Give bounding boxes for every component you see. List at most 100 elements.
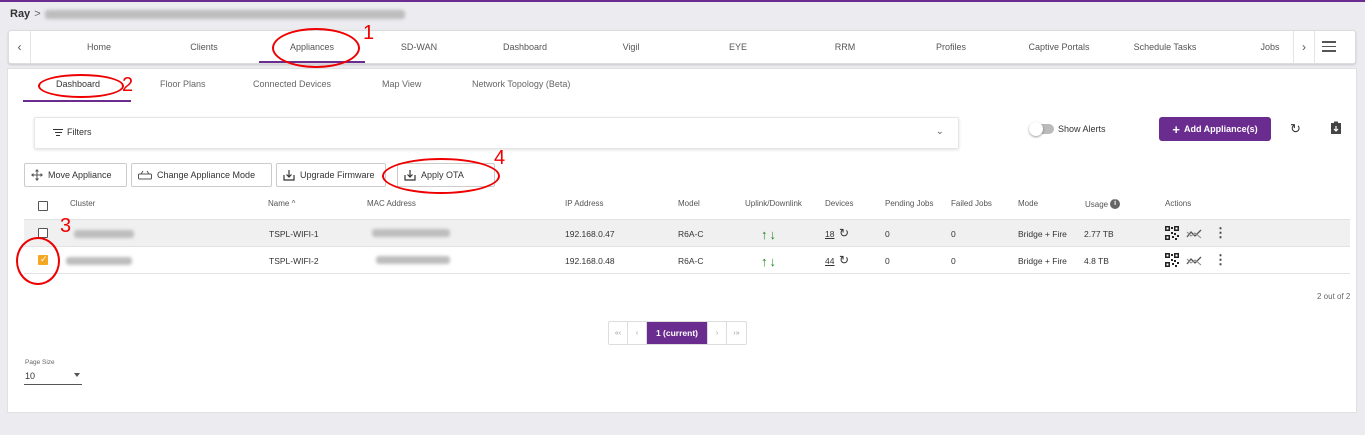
main-nav: ‹ Home Clients Appliances SD-WAN Dashboa… [8,30,1356,64]
mac-redacted [372,229,450,237]
show-alerts-label: Show Alerts [1058,124,1106,134]
cell-ip: 192.168.0.47 [565,229,615,239]
signal-icon[interactable] [1186,254,1202,272]
change-appliance-mode-button[interactable]: Change Appliance Mode [131,163,272,187]
nav-item-schedule-tasks[interactable]: Schedule Tasks [1125,31,1205,63]
table-row[interactable]: TSPL-WIFI-1 192.168.0.47 R6A-C ↑↓ 18 ↻ 0… [24,220,1350,246]
header-ip-address[interactable]: IP Address [565,199,604,208]
cluster-redacted [66,257,132,265]
cell-devices[interactable]: 44 [825,256,834,266]
uplink-downlink-icon: ↑↓ [761,227,778,242]
breadcrumb-redacted [44,9,405,19]
qr-code-icon[interactable] [1165,226,1179,245]
annotation-number: 3 [60,215,72,237]
router-icon [138,170,152,180]
cell-name[interactable]: TSPL-WIFI-2 [269,256,319,266]
table-divider [24,273,1350,274]
annotation-circle [272,28,360,68]
select-all-checkbox[interactable] [38,201,48,211]
cell-failed-jobs: 0 [951,229,956,239]
nav-item-vigil[interactable]: Vigil [601,31,661,63]
filters-panel[interactable]: Filters ⌄ [34,117,959,149]
qr-code-icon[interactable] [1165,253,1179,272]
nav-item-sdwan[interactable]: SD-WAN [389,31,449,63]
nav-item-home[interactable]: Home [69,31,129,63]
nav-item-jobs[interactable]: Jobs [1253,31,1287,63]
cell-pending-jobs: 0 [885,229,890,239]
header-name[interactable]: Name ^ [268,199,295,208]
cell-usage: 2.77 TB [1084,229,1114,239]
header-cluster[interactable]: Cluster [70,199,95,208]
change-appliance-mode-label: Change Appliance Mode [157,170,256,180]
export-icon[interactable] [1330,121,1342,138]
filter-icon [53,129,63,138]
cell-mode: Bridge + Fire [1018,229,1067,239]
header-failed-jobs[interactable]: Failed Jobs [951,199,992,208]
download-icon [283,169,295,181]
page-size-select[interactable]: 10 [24,369,82,385]
subtab-connected-devices[interactable]: Connected Devices [253,79,331,89]
nav-item-rrm[interactable]: RRM [815,31,875,63]
cell-model: R6A-C [678,256,704,266]
last-page-button[interactable]: ›» [727,322,746,344]
subtab-map-view[interactable]: Map View [382,79,421,89]
next-page-button[interactable]: › [708,322,727,344]
cell-usage: 4.8 TB [1084,256,1109,266]
header-mac-address[interactable]: MAC Address [367,199,416,208]
dropdown-arrow-icon [74,373,80,377]
more-options-icon[interactable]: ⋮ [1214,225,1227,241]
annotation-circle [16,237,60,285]
annotation-number: 1 [363,22,375,44]
row-count-label: 2 out of 2 [1317,292,1351,301]
cell-model: R6A-C [678,229,704,239]
header-devices[interactable]: Devices [825,199,853,208]
table-row[interactable]: TSPL-WIFI-2 192.168.0.48 R6A-C ↑↓ 44 ↻ 0… [24,247,1350,273]
breadcrumb-root[interactable]: Ray [10,8,30,20]
refresh-icon[interactable]: ↻ [1290,121,1301,137]
header-name-label: Name [268,199,290,208]
move-icon [31,169,43,181]
cell-mode: Bridge + Fire [1018,256,1067,266]
header-usage[interactable]: Usage i [1085,199,1121,209]
menu-icon[interactable] [1322,41,1336,55]
uplink-downlink-icon: ↑↓ [761,254,778,269]
nav-item-profiles[interactable]: Profiles [921,31,981,63]
plus-icon: + [1172,121,1180,137]
nav-item-dashboard[interactable]: Dashboard [495,31,555,63]
subtab-floor-plans[interactable]: Floor Plans [160,79,206,89]
subtab-network-topology[interactable]: Network Topology (Beta) [472,79,570,89]
add-appliance-button[interactable]: + Add Appliance(s) [1159,117,1271,141]
nav-item-captive-portals[interactable]: Captive Portals [1019,31,1099,63]
refresh-icon[interactable]: ↻ [839,226,849,240]
header-model[interactable]: Model [678,199,700,208]
filters-label: Filters [67,127,92,137]
header-pending-jobs[interactable]: Pending Jobs [885,199,933,208]
signal-icon[interactable] [1186,227,1202,245]
nav-scroll-right-icon[interactable]: › [1293,31,1315,63]
first-page-button[interactable]: «‹ [609,322,628,344]
header-uplink-downlink[interactable]: Uplink/Downlink [745,199,802,208]
cell-devices[interactable]: 18 [825,229,834,239]
upgrade-firmware-button[interactable]: Upgrade Firmware [276,163,386,187]
prev-page-button[interactable]: ‹ [628,322,647,344]
breadcrumb-separator: > [34,8,41,20]
refresh-icon[interactable]: ↻ [839,253,849,267]
breadcrumb: Ray > [10,8,405,20]
info-icon[interactable]: i [1110,199,1121,209]
cell-failed-jobs: 0 [951,256,956,266]
chevron-down-icon[interactable]: ⌄ [936,126,944,137]
nav-item-eye[interactable]: EYE [708,31,768,63]
page-size-label: Page Size [25,359,55,366]
header-actions: Actions [1165,199,1192,208]
move-appliance-button[interactable]: Move Appliance [24,163,127,187]
cell-ip: 192.168.0.48 [565,256,615,266]
nav-item-clients[interactable]: Clients [174,31,234,63]
nav-scroll-left-icon[interactable]: ‹ [9,31,31,63]
subtab-active-indicator [23,100,131,102]
show-alerts-toggle[interactable] [1029,122,1054,136]
current-page-button[interactable]: 1 (current) [647,322,708,344]
upgrade-firmware-label: Upgrade Firmware [300,170,375,180]
header-mode[interactable]: Mode [1018,199,1038,208]
cell-name[interactable]: TSPL-WIFI-1 [269,229,319,239]
more-options-icon[interactable]: ⋮ [1214,252,1227,268]
